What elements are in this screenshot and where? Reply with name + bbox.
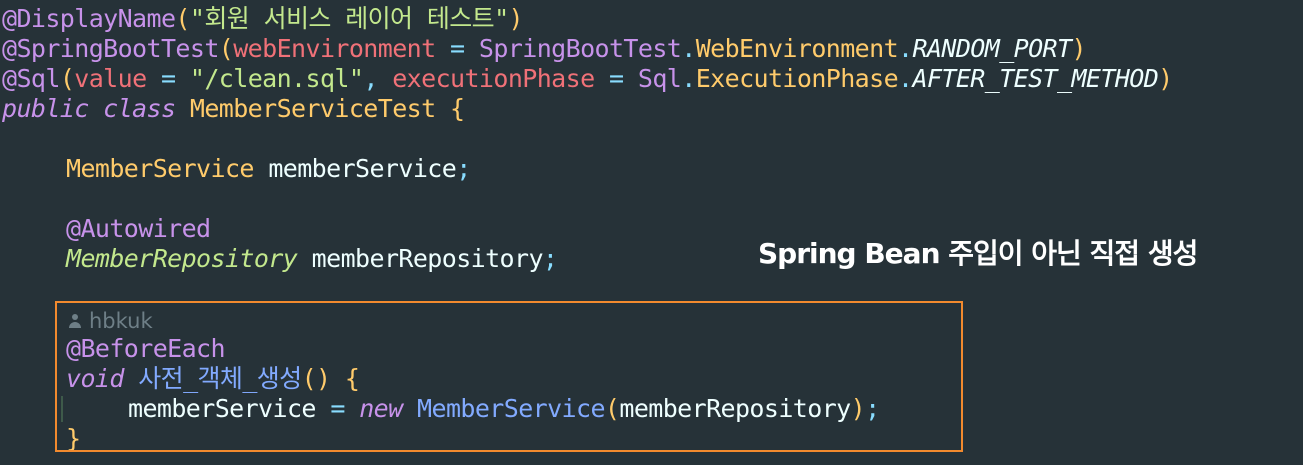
class-ref: Sql	[637, 64, 682, 93]
code-line-class-declaration: public class MemberServiceTest {	[2, 94, 465, 124]
overlay-note: Spring Bean 주입이 아닌 직접 생성	[758, 237, 1198, 270]
keyword: public class	[2, 94, 190, 123]
annotation-autowired: @Autowired	[66, 214, 211, 243]
paren: (	[218, 34, 234, 63]
sql-path-string: "/clean.sql"	[189, 64, 364, 93]
paren: )	[1071, 34, 1086, 63]
param-execution-phase: executionPhase	[392, 64, 595, 93]
class-name: MemberServiceTest	[189, 94, 436, 123]
operator: =	[146, 64, 190, 93]
semicolon: ;	[542, 244, 558, 273]
code-editor[interactable]: @DisplayName("회원 서비스 레이어 테스트") @SpringBo…	[0, 0, 1303, 465]
field-type: MemberService	[66, 154, 254, 183]
highlight-box	[55, 301, 963, 452]
brace: {	[435, 94, 465, 123]
paren: (	[59, 64, 75, 93]
param-web-environment: webEnvironment	[233, 34, 436, 63]
display-name-string: "회원 서비스 레이어 테스트"	[189, 4, 509, 33]
inner-class-ref: WebEnvironment	[695, 34, 899, 63]
comma: ,	[363, 64, 393, 93]
field-name: memberRepository	[297, 244, 544, 273]
annotation-spring-boot-test: @SpringBootTest	[2, 34, 219, 63]
paren: )	[1158, 64, 1173, 93]
code-line-autowired: @Autowired	[66, 214, 211, 244]
operator: =	[594, 64, 638, 93]
class-ref: SpringBootTest	[478, 34, 682, 63]
annotation-display-name: @DisplayName	[2, 4, 176, 33]
code-line-sql: @Sql(value = "/clean.sql", executionPhas…	[2, 64, 1173, 94]
paren: (	[175, 4, 190, 33]
semicolon: ;	[456, 154, 471, 183]
field-type: MemberRepository	[66, 244, 298, 273]
dot: .	[681, 64, 696, 93]
code-line-spring-boot-test: @SpringBootTest(webEnvironment = SpringB…	[2, 34, 1087, 64]
code-line-display-name: @DisplayName("회원 서비스 레이어 테스트")	[2, 4, 524, 34]
field-name: memberService	[253, 154, 457, 183]
dot: .	[898, 34, 913, 63]
inner-class-ref: ExecutionPhase	[695, 64, 899, 93]
operator: =	[435, 34, 479, 63]
enum-constant: AFTER_TEST_METHOD	[912, 64, 1159, 93]
enum-constant: RANDOM_PORT	[912, 34, 1072, 63]
code-line-field-member-service: MemberService memberService;	[66, 154, 471, 184]
code-line-field-member-repository: MemberRepository memberRepository;	[66, 244, 558, 274]
paren: )	[508, 4, 524, 33]
param-value: value	[74, 64, 147, 93]
annotation-sql: @Sql	[2, 64, 60, 93]
dot: .	[898, 64, 913, 93]
dot: .	[681, 34, 696, 63]
